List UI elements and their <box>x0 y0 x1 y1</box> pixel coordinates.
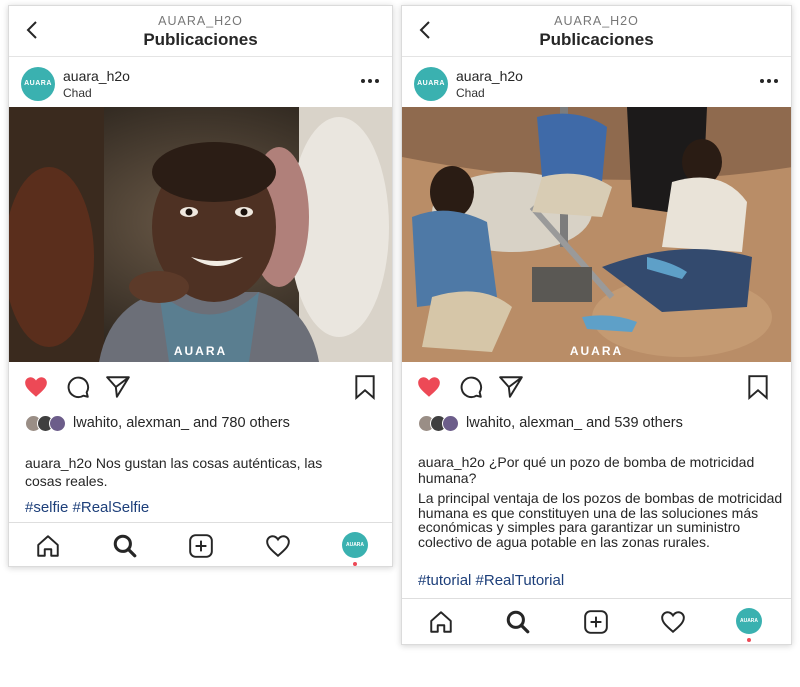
new-post-icon[interactable] <box>188 533 214 559</box>
notification-dot <box>747 638 751 642</box>
smiling-child-photo-icon <box>9 107 392 362</box>
avatar <box>442 415 459 432</box>
notification-dot <box>353 562 357 566</box>
home-icon[interactable] <box>428 609 454 635</box>
avatar[interactable]: AUARA <box>414 67 448 101</box>
bookmark-icon[interactable] <box>745 374 771 400</box>
profile-tab-avatar[interactable]: AUARA <box>342 532 368 558</box>
more-options-icon[interactable] <box>360 75 380 87</box>
caption-body: La principal ventaja de los pozos de bom… <box>418 490 783 550</box>
post-location[interactable]: Chad <box>63 86 92 100</box>
more-options-icon[interactable] <box>759 75 779 87</box>
liker-avatars <box>25 415 75 433</box>
comment-icon[interactable] <box>458 374 484 400</box>
nav-bar: AUARA_H2O Publicaciones <box>402 6 791 57</box>
avatar <box>49 415 66 432</box>
page-title: Publicaciones <box>143 30 258 49</box>
post-caption: auara_h2o ¿Por qué un pozo de bomba de m… <box>418 454 788 486</box>
heart-filled-icon[interactable] <box>416 374 442 400</box>
post-hashtags[interactable]: #tutorial #RealTutorial <box>418 572 564 589</box>
post-screen-tutorial: AUARA_H2O Publicaciones AUARA auara_h2o … <box>401 5 792 645</box>
profile-tab-avatar[interactable]: AUARA <box>736 608 762 634</box>
nav-account-name: AUARA_H2O <box>554 14 639 28</box>
comment-icon[interactable] <box>65 374 91 400</box>
home-icon[interactable] <box>35 533 61 559</box>
new-post-icon[interactable] <box>583 609 609 635</box>
post-hashtags[interactable]: #selfie #RealSelfie <box>25 499 149 516</box>
liker-avatars <box>418 415 468 433</box>
post-header: AUARA auara_h2o Chad <box>9 57 392 107</box>
post-caption: auara_h2o Nos gustan las cosas auténtica… <box>25 454 355 490</box>
nav-account-name: AUARA_H2O <box>158 14 243 28</box>
nav-bar: AUARA_H2O Publicaciones <box>9 6 392 57</box>
post-location[interactable]: Chad <box>456 86 485 100</box>
well-pump-workers-photo-icon <box>402 107 791 362</box>
search-icon[interactable] <box>505 609 531 635</box>
post-photo[interactable]: AUARA <box>402 107 791 362</box>
post-header: AUARA auara_h2o Chad <box>402 57 791 107</box>
bottom-tab-bar: AUARA <box>402 598 791 644</box>
photo-watermark: AUARA <box>173 344 228 358</box>
post-screen-selfie: AUARA_H2O Publicaciones AUARA auara_h2o … <box>8 5 393 567</box>
share-icon[interactable] <box>498 374 524 400</box>
activity-heart-icon[interactable] <box>265 533 291 559</box>
avatar[interactable]: AUARA <box>21 67 55 101</box>
post-username[interactable]: auara_h2o <box>63 68 130 84</box>
likes-count[interactable]: lwahito, alexman_ and 780 others <box>73 415 290 431</box>
post-actions <box>9 370 392 404</box>
search-icon[interactable] <box>112 533 138 559</box>
post-photo[interactable]: AUARA <box>9 107 392 362</box>
likes-count[interactable]: lwahito, alexman_ and 539 others <box>466 415 683 431</box>
activity-heart-icon[interactable] <box>660 609 686 635</box>
share-icon[interactable] <box>105 374 131 400</box>
caption-username[interactable]: auara_h2o <box>25 455 92 471</box>
heart-filled-icon[interactable] <box>23 374 49 400</box>
page-title: Publicaciones <box>539 30 654 49</box>
post-username[interactable]: auara_h2o <box>456 68 523 84</box>
post-actions <box>402 370 791 404</box>
bookmark-icon[interactable] <box>352 374 378 400</box>
bottom-tab-bar: AUARA <box>9 522 392 566</box>
photo-watermark: AUARA <box>569 344 624 358</box>
caption-username[interactable]: auara_h2o <box>418 454 485 470</box>
